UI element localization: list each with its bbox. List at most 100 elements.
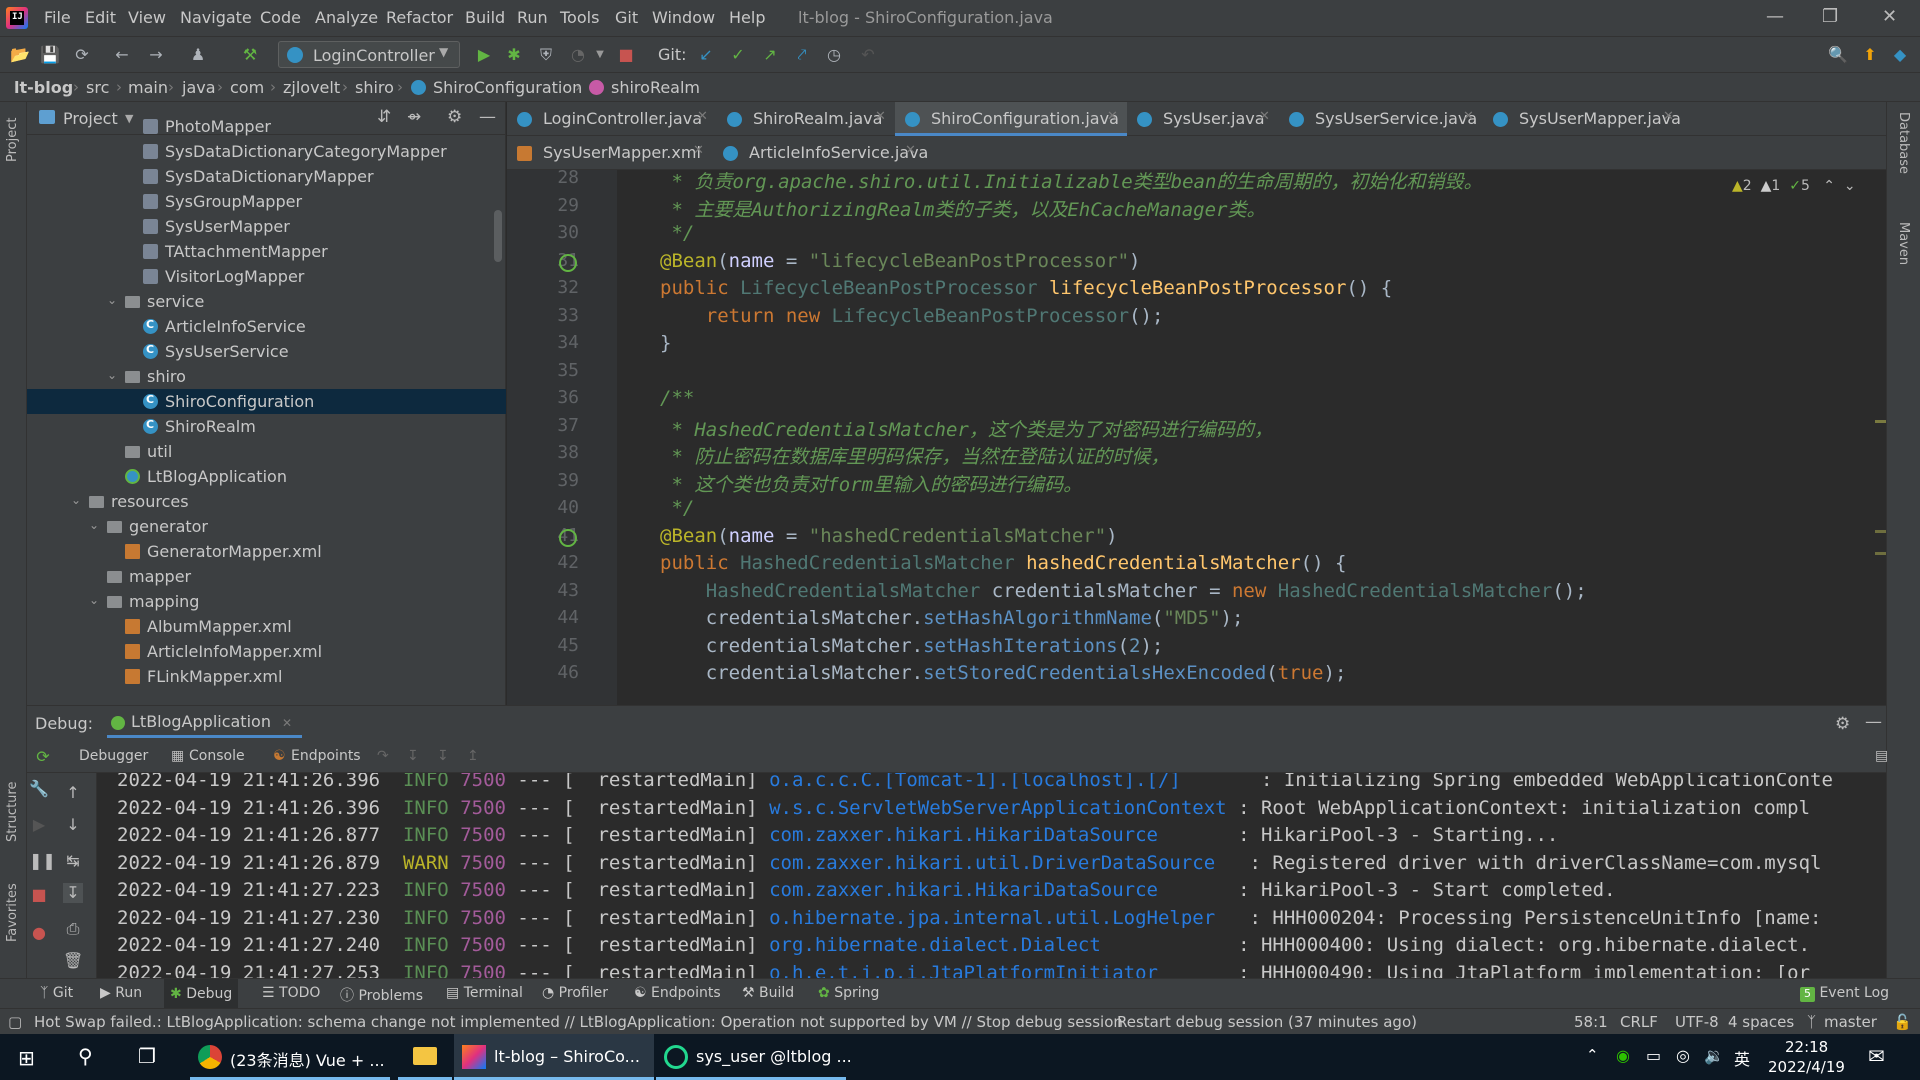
- view-breakpoints-icon[interactable]: ●: [29, 923, 49, 943]
- breadcrumb-item[interactable]: ShiroConfiguration: [433, 78, 582, 97]
- debug-tool-button[interactable]: ✱ Debug: [164, 979, 239, 1009]
- tree-item[interactable]: SysUserService: [27, 339, 506, 364]
- status-message[interactable]: Hot Swap failed.: LtBlogApplication: sch…: [34, 1013, 1123, 1031]
- code-line[interactable]: /**: [660, 387, 694, 409]
- run-config-select[interactable]: LoginController ▼: [278, 41, 460, 68]
- line-number[interactable]: 46: [527, 662, 579, 683]
- tree-item[interactable]: SysGroupMapper: [27, 189, 506, 214]
- tree-item[interactable]: TAttachmentMapper: [27, 239, 506, 264]
- taskbar-app-datagrip[interactable]: sys_user @ltblog ...: [656, 1034, 852, 1080]
- scroll-marker[interactable]: [1875, 552, 1886, 555]
- tree-item[interactable]: ArticleInfoService: [27, 314, 506, 339]
- editor-tab[interactable]: SysUserService.java ✕: [1279, 102, 1483, 136]
- stop-icon[interactable]: ■: [616, 45, 636, 65]
- database-tool-button[interactable]: Database: [1896, 112, 1911, 174]
- chevron-down-icon[interactable]: ⌄: [1844, 178, 1856, 194]
- line-number[interactable]: 29: [527, 195, 579, 216]
- tree-item[interactable]: LtBlogApplication: [27, 464, 506, 489]
- editor-tab[interactable]: ShiroConfiguration.java ✕: [895, 102, 1127, 136]
- build-hammer-icon[interactable]: ⚒: [240, 45, 260, 65]
- clock-time[interactable]: 22:18: [1785, 1038, 1828, 1056]
- maven-tool-button[interactable]: Maven: [1896, 222, 1911, 265]
- tree-item[interactable]: PhotoMapper: [27, 114, 506, 139]
- console-line[interactable]: 2022-04-19 21:41:27.253 INFO 7500 --- [ …: [117, 962, 1810, 979]
- git-history-icon[interactable]: ◷: [824, 45, 844, 65]
- menu-refactor[interactable]: Refactor: [386, 8, 453, 27]
- open-folder-icon[interactable]: 📂: [10, 45, 30, 65]
- close-tab-icon[interactable]: ✕: [1663, 109, 1674, 124]
- menu-help[interactable]: Help: [729, 8, 765, 27]
- wechat-icon[interactable]: ◉: [1616, 1046, 1630, 1065]
- scroll-marker[interactable]: [1875, 420, 1886, 423]
- lock-icon[interactable]: 🔓: [1893, 1013, 1912, 1031]
- menu-tools[interactable]: Tools: [560, 8, 599, 27]
- project-scrollbar[interactable]: [494, 210, 502, 262]
- volume-icon[interactable]: 🔉: [1704, 1046, 1724, 1065]
- chevron-down-icon[interactable]: ⌄: [71, 493, 81, 507]
- tree-item[interactable]: AlbumMapper.xml: [27, 614, 506, 639]
- tree-item[interactable]: ⌄ mapping: [27, 589, 506, 614]
- editor-tab[interactable]: SysUserMapper.xml ✕: [507, 136, 713, 170]
- code-line[interactable]: }: [660, 332, 671, 354]
- chevron-down-icon[interactable]: ⌄: [107, 368, 117, 382]
- editor-tab[interactable]: LoginController.java ✕: [507, 102, 717, 136]
- menu-edit[interactable]: Edit: [85, 8, 116, 27]
- line-number[interactable]: 44: [527, 607, 579, 628]
- debugger-tab[interactable]: Debugger: [79, 748, 148, 764]
- line-number[interactable]: 30: [527, 222, 579, 243]
- close-tab-icon[interactable]: ✕: [875, 109, 886, 124]
- line-number[interactable]: 34: [527, 332, 579, 353]
- line-number[interactable]: 36: [527, 387, 579, 408]
- git-tool-button[interactable]: ᛉ Git: [40, 985, 73, 1001]
- favorites-tool-button[interactable]: Favorites: [5, 883, 20, 942]
- git-branch[interactable]: master: [1824, 1013, 1877, 1031]
- breadcrumb-item[interactable]: shiroRealm: [611, 78, 700, 97]
- rerun-icon[interactable]: ⟳: [33, 747, 53, 767]
- code-line[interactable]: @Bean(name = "hashedCredentialsMatcher"): [660, 525, 1118, 547]
- git-push-icon[interactable]: ↗: [760, 45, 780, 65]
- code-line[interactable]: */: [660, 222, 694, 244]
- console-line[interactable]: 2022-04-19 21:41:26.877 INFO 7500 --- [ …: [117, 824, 1558, 846]
- git-update-icon[interactable]: ↙: [696, 45, 716, 65]
- line-number[interactable]: 38: [527, 442, 579, 463]
- tree-item[interactable]: mapper: [27, 564, 506, 589]
- menu-run[interactable]: Run: [517, 8, 548, 27]
- problems-tool-button[interactable]: ⓘ Problems: [340, 985, 423, 1005]
- more-run-chevron-icon[interactable]: ▼: [590, 45, 610, 65]
- resume-icon[interactable]: ▶: [29, 815, 49, 835]
- git-rollback-icon[interactable]: ↶: [858, 45, 878, 65]
- tree-item[interactable]: ArticleInfoMapper.xml: [27, 639, 506, 664]
- tree-item[interactable]: ⌄ generator: [27, 514, 506, 539]
- editor-tab[interactable]: SysUser.java ✕: [1127, 102, 1279, 136]
- profile-icon[interactable]: ◔: [568, 45, 588, 65]
- save-all-icon[interactable]: 💾: [40, 45, 60, 65]
- step-out-icon[interactable]: ↥: [467, 748, 479, 764]
- tray-chevron-up-icon[interactable]: ⌃: [1586, 1046, 1599, 1064]
- caret-position[interactable]: 58:1: [1574, 1013, 1608, 1031]
- breadcrumb-item[interactable]: src: [86, 78, 109, 97]
- pause-icon[interactable]: ❚❚: [29, 851, 56, 871]
- terminal-tool-button[interactable]: ▤ Terminal: [446, 985, 523, 1001]
- tree-item[interactable]: ShiroConfiguration: [27, 389, 506, 414]
- chevron-down-icon[interactable]: ⌄: [89, 593, 99, 607]
- breadcrumb-item[interactable]: lt-blog: [14, 78, 73, 97]
- spring-tool-button[interactable]: ✿ Spring: [818, 985, 879, 1001]
- taskbar-app-intellij[interactable]: lt-blog – ShiroCo...: [454, 1034, 654, 1080]
- menu-navigate[interactable]: Navigate: [180, 8, 252, 27]
- event-log-button[interactable]: 5 Event Log: [1800, 985, 1889, 1002]
- close-icon[interactable]: ✕: [282, 716, 292, 730]
- tree-item[interactable]: GeneratorMapper.xml: [27, 539, 506, 564]
- user-icon[interactable]: ♟: [188, 45, 208, 65]
- scroll-marker[interactable]: [1875, 530, 1886, 533]
- console-tab[interactable]: Console: [189, 748, 245, 764]
- hide-panel-icon[interactable]: —: [1865, 712, 1882, 732]
- breadcrumb-item[interactable]: com: [230, 78, 264, 97]
- menu-window[interactable]: Window: [652, 8, 715, 27]
- code-line[interactable]: @Bean(name = "lifecycleBeanPostProcessor…: [660, 250, 1141, 272]
- line-number[interactable]: 39: [527, 470, 579, 491]
- chevron-up-icon[interactable]: ⌃: [1823, 178, 1835, 194]
- spring-bean-gutter-icon[interactable]: [559, 253, 577, 272]
- forward-icon[interactable]: →: [146, 45, 166, 65]
- line-number[interactable]: 40: [527, 497, 579, 518]
- step-over-icon[interactable]: ↷: [377, 748, 389, 764]
